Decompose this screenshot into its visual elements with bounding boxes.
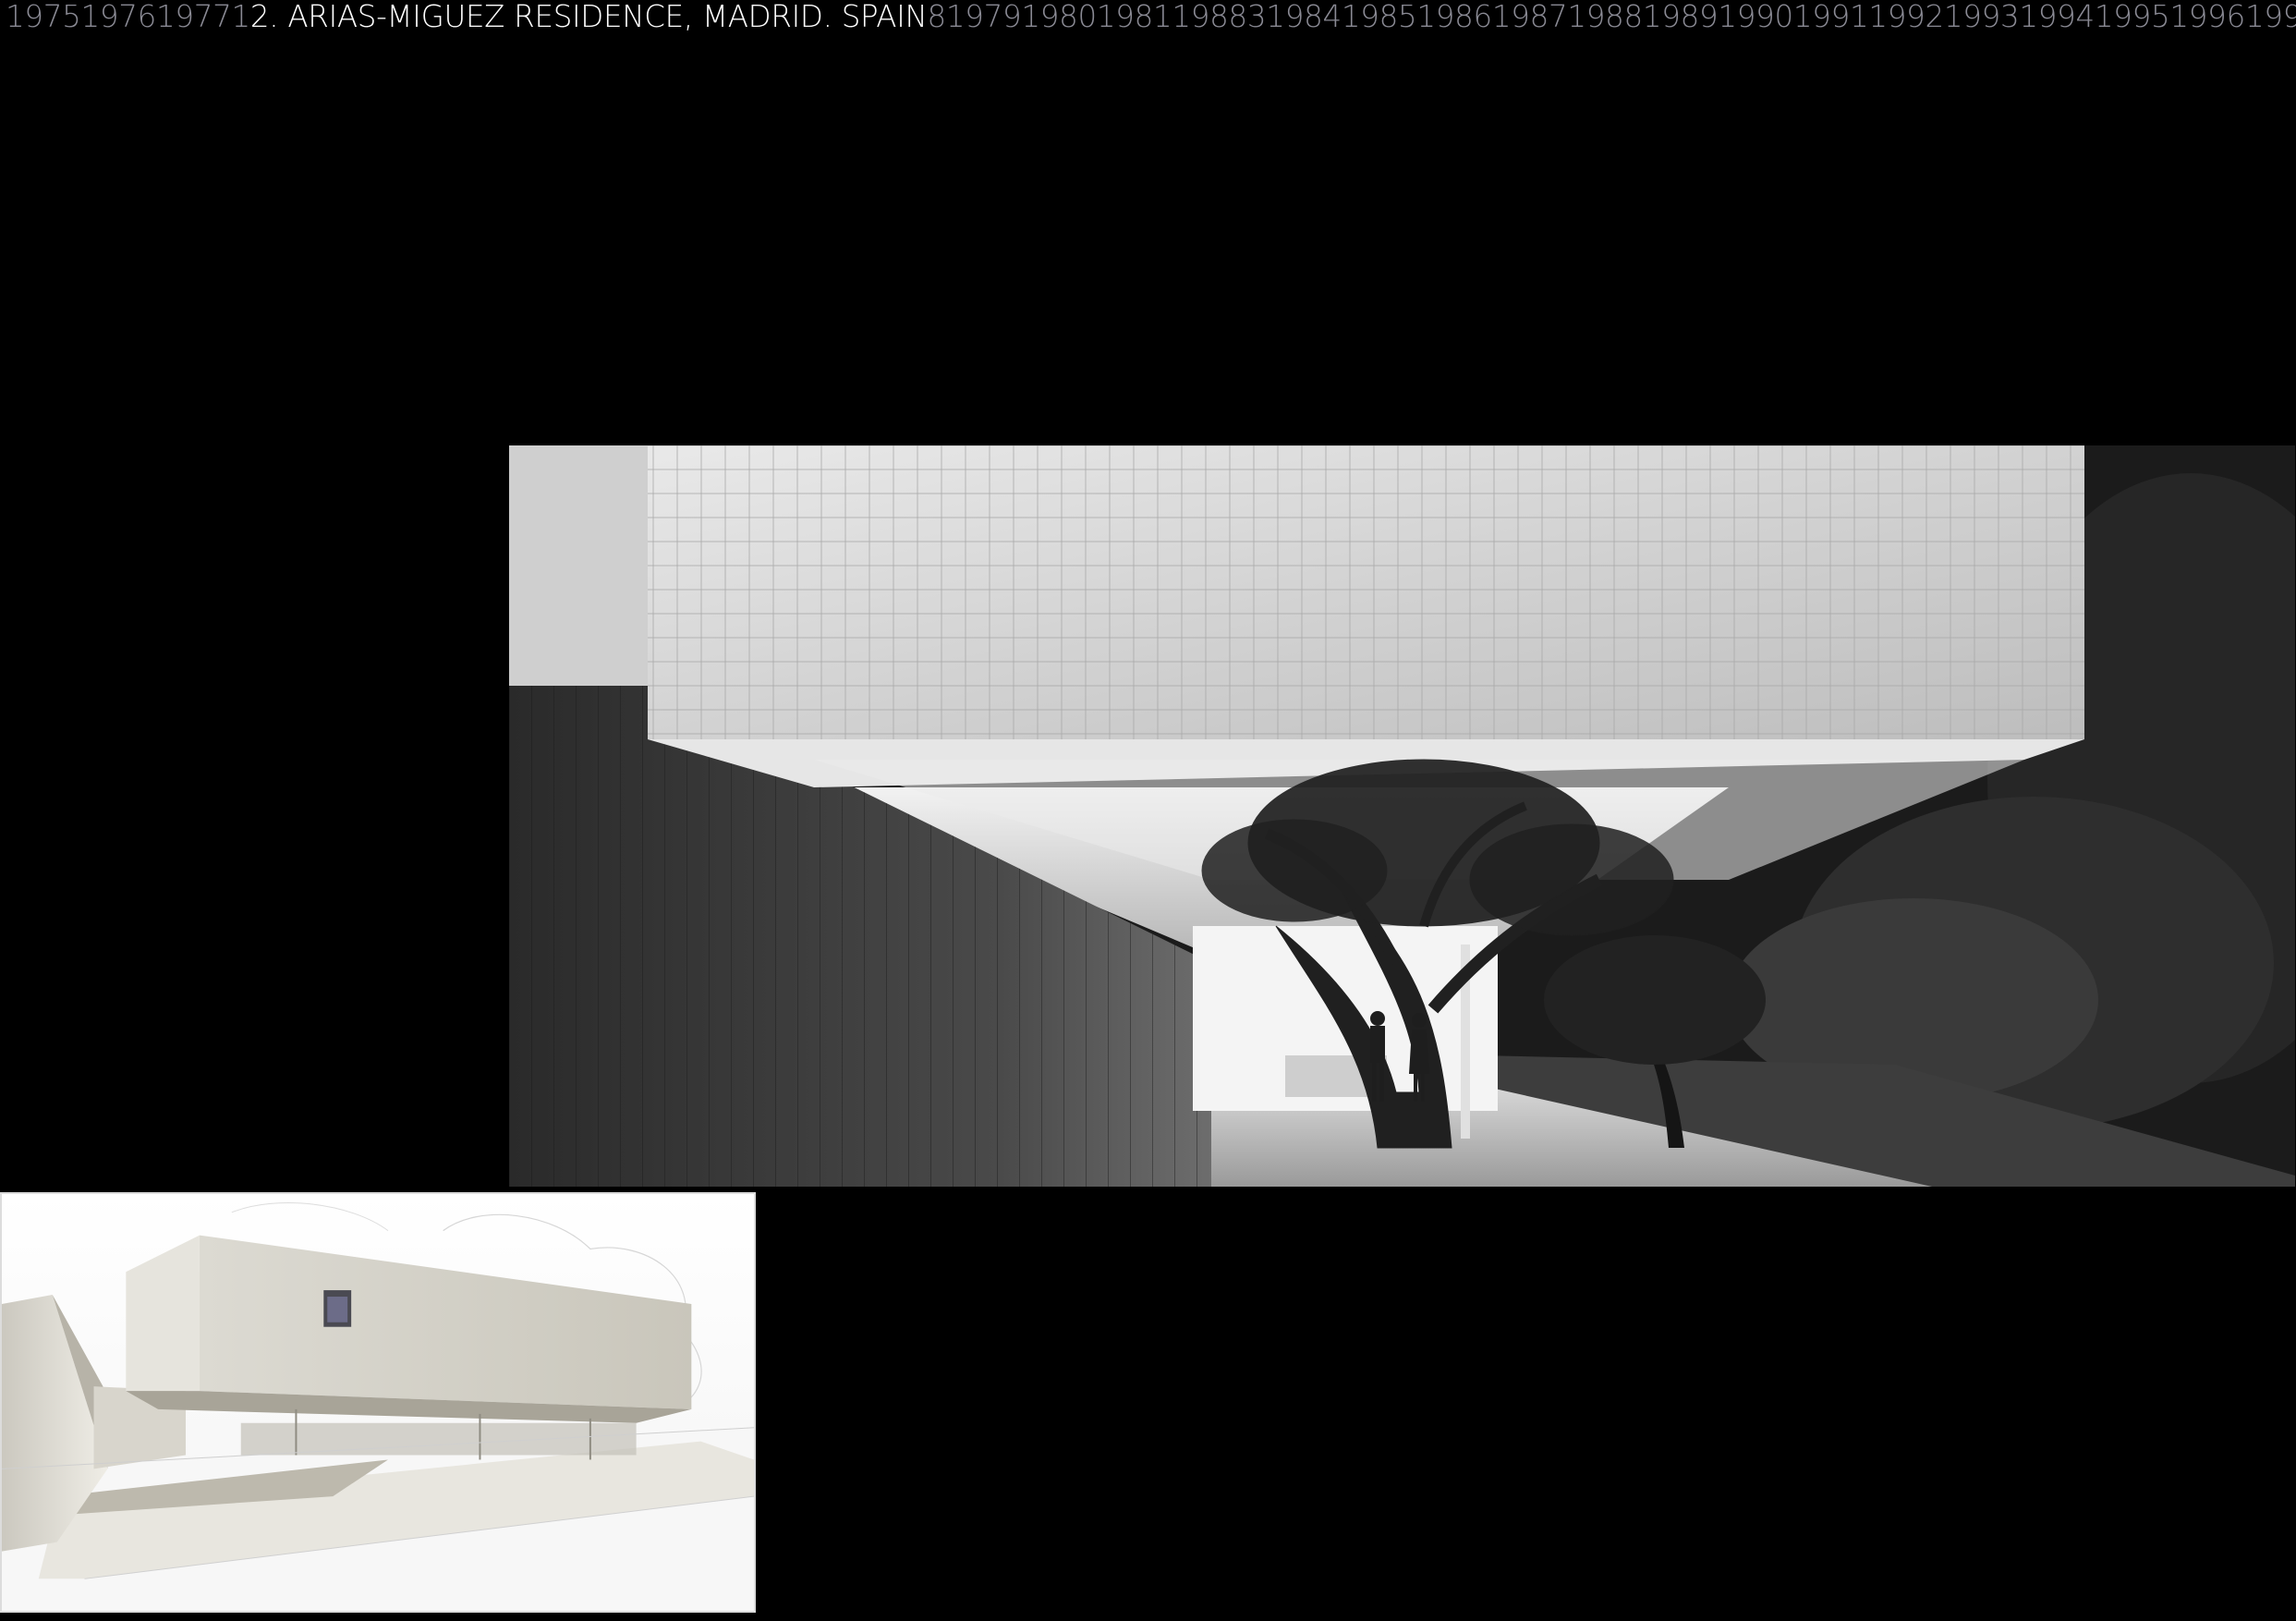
header-timeline: 19751976197712. ARIAS-MIGUEZ RESIDENCE, … xyxy=(6,0,2296,37)
render-image xyxy=(0,1192,756,1613)
main-photo-illustration xyxy=(509,445,2295,1187)
timeline-years-before: 1975197619771 xyxy=(6,0,250,34)
render-illustration xyxy=(2,1194,754,1611)
main-photo xyxy=(509,445,2295,1187)
page-title: 2. ARIAS-MIGUEZ RESIDENCE, MADRID. SPAIN xyxy=(249,0,928,34)
timeline-years-after: 8197919801981198831984198519861987198819… xyxy=(927,0,2296,34)
